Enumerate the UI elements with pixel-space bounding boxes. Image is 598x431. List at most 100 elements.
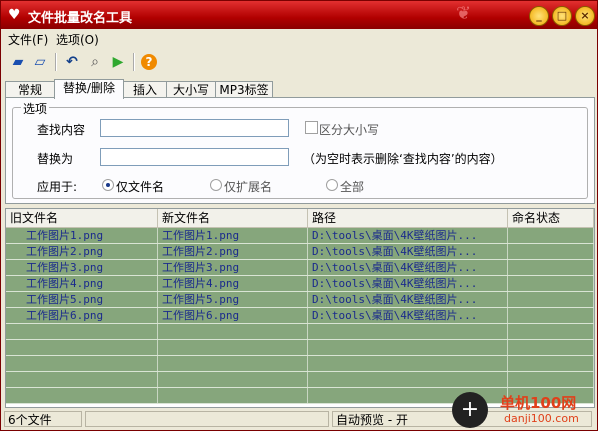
column-new-name[interactable]: 新文件名: [158, 209, 308, 227]
cell-old-name: 工作图片4.png: [6, 276, 158, 291]
tab-mp3-tags[interactable]: MP3标签: [215, 81, 273, 98]
cell-status: [508, 276, 594, 291]
cell-old-name: 工作图片2.png: [6, 244, 158, 259]
table-row[interactable]: [6, 356, 594, 372]
tab-panel: 选项 查找内容 区分大小写 替换为 （为空时表示删除‘查找内容’的内容） 应用于…: [5, 97, 595, 204]
table-row[interactable]: 工作图片4.png 工作图片4.png D:\tools\桌面\4K壁纸图片...: [6, 276, 594, 292]
case-sensitive-checkbox[interactable]: [305, 121, 318, 134]
title-bar[interactable]: ♥ 文件批量改名工具 ❦ _ □ ×: [1, 1, 597, 29]
radio-extension-only-label: 仅扩展名: [224, 180, 273, 194]
table-row[interactable]: 工作图片5.png 工作图片5.png D:\tools\桌面\4K壁纸图片...: [6, 292, 594, 308]
column-path[interactable]: 路径: [308, 209, 508, 227]
radio-extension-only[interactable]: [210, 179, 222, 191]
find-input[interactable]: [100, 119, 289, 137]
case-sensitive-label: 区分大小写: [319, 123, 380, 137]
tab-general[interactable]: 常规: [5, 81, 55, 98]
cell-old-name: 工作图片6.png: [6, 308, 158, 323]
cell-new-name: 工作图片5.png: [158, 292, 308, 307]
radio-all[interactable]: [326, 179, 338, 191]
table-row[interactable]: [6, 324, 594, 340]
window-title: 文件批量改名工具: [28, 11, 133, 26]
toolbar-separator: [133, 53, 135, 71]
cell-status: [508, 244, 594, 259]
cell-new-name: [158, 356, 308, 371]
cell-old-name: 工作图片1.png: [6, 228, 158, 243]
table-row[interactable]: 工作图片3.png 工作图片3.png D:\tools\桌面\4K壁纸图片...: [6, 260, 594, 276]
open-files-icon[interactable]: ▱: [31, 53, 49, 71]
status-spacer: [85, 411, 329, 427]
cell-path: D:\tools\桌面\4K壁纸图片...: [308, 244, 508, 259]
cell-status: [508, 340, 594, 355]
replace-input[interactable]: [100, 148, 289, 166]
cell-path: [308, 372, 508, 387]
table-row[interactable]: 工作图片2.png 工作图片2.png D:\tools\桌面\4K壁纸图片...: [6, 244, 594, 260]
find-label: 查找内容: [37, 123, 86, 137]
toolbar: ▰ ▱ ↶ ⌕ ▶ ?: [1, 49, 597, 75]
cell-path: D:\tools\桌面\4K壁纸图片...: [308, 308, 508, 323]
cell-status: [508, 324, 594, 339]
cell-status: [508, 356, 594, 371]
apply-label: 应用于:: [37, 180, 78, 194]
column-old-name[interactable]: 旧文件名: [6, 209, 158, 227]
cell-status: [508, 372, 594, 387]
watermark-text: 单机100网: [500, 394, 577, 412]
cell-path: D:\tools\桌面\4K壁纸图片...: [308, 260, 508, 275]
cell-new-name: 工作图片3.png: [158, 260, 308, 275]
radio-all-label: 全部: [340, 180, 365, 194]
heart-icon: ♥: [8, 7, 21, 23]
cell-old-name: 工作图片5.png: [6, 292, 158, 307]
cell-path: [308, 356, 508, 371]
table-row[interactable]: 工作图片6.png 工作图片6.png D:\tools\桌面\4K壁纸图片...: [6, 308, 594, 324]
cell-old-name: [6, 324, 158, 339]
tab-insert[interactable]: 插入: [123, 81, 167, 98]
cell-path: [308, 340, 508, 355]
cell-old-name: [6, 388, 158, 403]
cell-status: [508, 228, 594, 243]
menu-file[interactable]: 文件(F): [8, 31, 48, 48]
cell-new-name: [158, 340, 308, 355]
open-folder-icon[interactable]: ▰: [9, 53, 27, 71]
cell-status: [508, 308, 594, 323]
tab-case[interactable]: 大小写: [166, 81, 216, 98]
cell-new-name: [158, 372, 308, 387]
cell-path: D:\tools\桌面\4K壁纸图片...: [308, 292, 508, 307]
table-row[interactable]: 工作图片1.png 工作图片1.png D:\tools\桌面\4K壁纸图片...: [6, 228, 594, 244]
radio-filename-only[interactable]: [102, 179, 114, 191]
app-window: ♥ 文件批量改名工具 ❦ _ □ × 文件(F) 选项(O) ▰ ▱ ↶ ⌕ ▶…: [0, 0, 598, 431]
cell-new-name: [158, 388, 308, 403]
decorative-swirl-icon: ❦: [456, 3, 472, 24]
cell-status: [508, 292, 594, 307]
tab-replace-delete[interactable]: 替换/删除: [54, 79, 124, 99]
replace-hint: （为空时表示删除‘查找内容’的内容）: [303, 152, 503, 166]
cell-new-name: 工作图片6.png: [158, 308, 308, 323]
play-icon[interactable]: ▶: [109, 53, 127, 71]
table-row[interactable]: [6, 372, 594, 388]
close-button[interactable]: ×: [575, 6, 595, 26]
maximize-button[interactable]: □: [552, 6, 572, 26]
column-status[interactable]: 命名状态: [508, 209, 594, 227]
radio-filename-only-label: 仅文件名: [116, 180, 165, 194]
undo-icon[interactable]: ↶: [63, 53, 81, 71]
cell-new-name: 工作图片1.png: [158, 228, 308, 243]
file-count: 6个文件: [4, 411, 82, 427]
plus-icon: +: [452, 392, 488, 428]
watermark-logo: + 单机100网 danji100.com: [452, 392, 598, 431]
watermark-url: danji100.com: [504, 412, 579, 425]
toolbar-separator: [55, 53, 57, 71]
menu-bar: 文件(F) 选项(O): [1, 30, 597, 48]
cell-path: D:\tools\桌面\4K壁纸图片...: [308, 276, 508, 291]
cell-old-name: [6, 340, 158, 355]
search-icon[interactable]: ⌕: [86, 53, 104, 71]
table-header: 旧文件名 新文件名 路径 命名状态: [6, 209, 594, 228]
replace-label: 替换为: [37, 152, 74, 166]
help-icon[interactable]: ?: [141, 54, 157, 70]
cell-new-name: 工作图片4.png: [158, 276, 308, 291]
menu-options[interactable]: 选项(O): [56, 31, 99, 48]
table-row[interactable]: [6, 340, 594, 356]
cell-old-name: 工作图片3.png: [6, 260, 158, 275]
cell-new-name: [158, 324, 308, 339]
cell-path: [308, 324, 508, 339]
file-table: 旧文件名 新文件名 路径 命名状态 工作图片1.png 工作图片1.png D:\t…: [5, 208, 595, 408]
minimize-button[interactable]: _: [529, 6, 549, 26]
cell-path: D:\tools\桌面\4K壁纸图片...: [308, 228, 508, 243]
